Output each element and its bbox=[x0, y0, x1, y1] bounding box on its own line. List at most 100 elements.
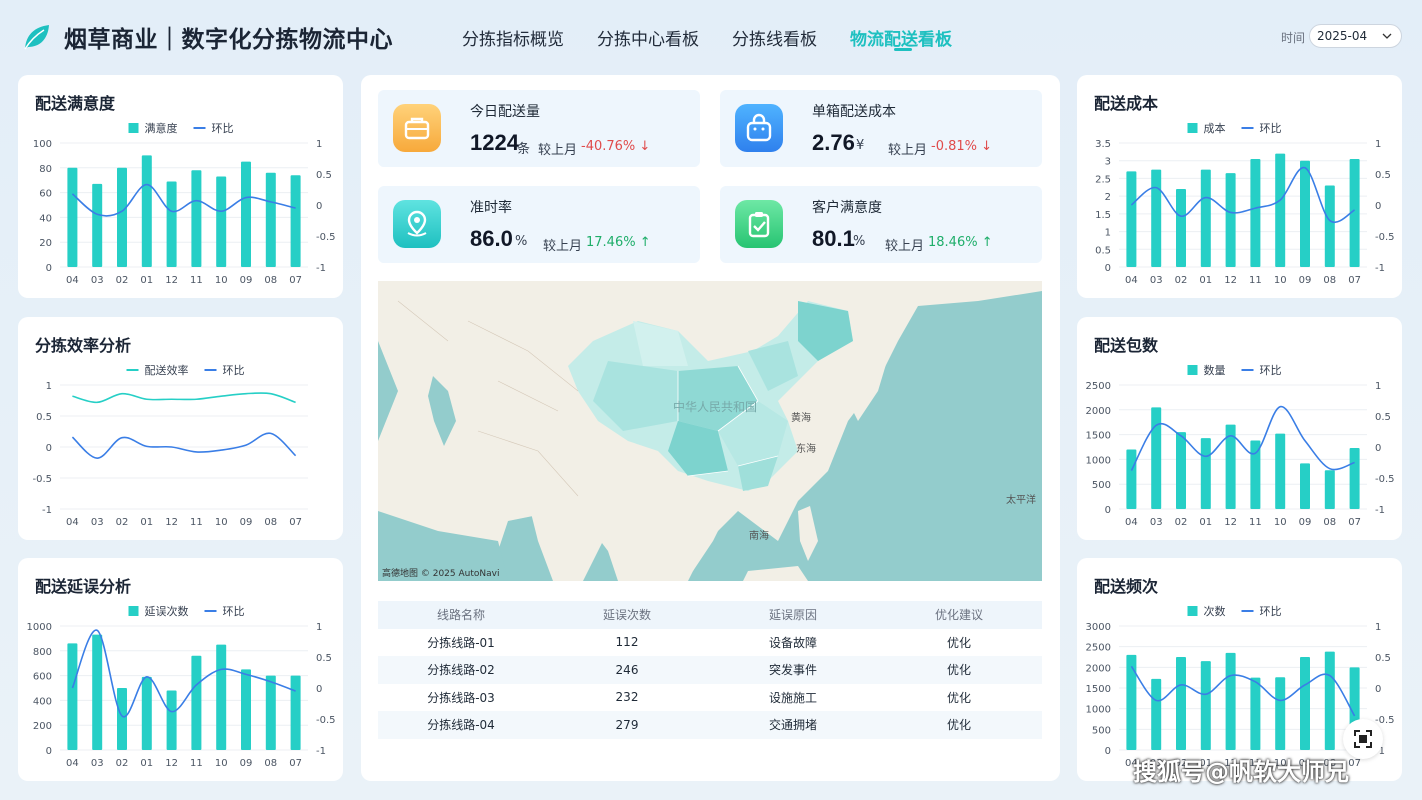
table-cell: 优化 bbox=[946, 718, 971, 733]
y-tick-label: 2500 bbox=[1086, 643, 1111, 654]
map-label-country: 中华人民共和国 bbox=[673, 400, 758, 414]
x-tick-label: 12 bbox=[1224, 517, 1237, 528]
bar bbox=[1200, 438, 1211, 509]
bar bbox=[1275, 677, 1286, 750]
kpi-compare-label: 较上月 bbox=[543, 239, 583, 254]
y2-tick-label: 0.5 bbox=[1375, 170, 1391, 181]
y-tick-label: 1000 bbox=[27, 622, 52, 633]
fullscreen-button[interactable] bbox=[1343, 719, 1383, 759]
bar bbox=[166, 181, 177, 267]
y2-tick-label: 0 bbox=[316, 684, 322, 695]
x-tick-label: 01 bbox=[1199, 275, 1212, 286]
y2-tick-label: -0.5 bbox=[316, 715, 336, 726]
kpi-unit: % bbox=[515, 234, 528, 249]
x-tick-label: 12 bbox=[165, 758, 178, 769]
table-cell: 279 bbox=[615, 717, 639, 732]
location-pin-icon bbox=[393, 200, 441, 248]
x-tick-label: 02 bbox=[116, 275, 129, 286]
y-tick-label: 0 bbox=[1105, 263, 1111, 274]
legend-label: 次数 bbox=[1204, 604, 1226, 618]
y-tick-label: 1000 bbox=[1086, 455, 1111, 466]
x-tick-label: 08 bbox=[264, 758, 277, 769]
tab-sorting-overview[interactable]: 分拣指标概览 bbox=[462, 25, 564, 53]
y2-tick-label: -1 bbox=[316, 263, 326, 274]
tab-logistics-delivery[interactable]: 物流配送看板 bbox=[850, 25, 952, 53]
bar bbox=[191, 655, 202, 750]
y-tick-label: 500 bbox=[1092, 480, 1111, 491]
legend-swatch bbox=[1187, 123, 1198, 133]
series-line bbox=[1130, 405, 1355, 471]
x-tick-label: 11 bbox=[190, 758, 203, 769]
bar bbox=[290, 675, 301, 750]
legend-label: 环比 bbox=[223, 364, 245, 377]
table-row[interactable]: 分拣线路-02 246 突发事件 优化 bbox=[378, 656, 1042, 684]
y-tick-label: -1 bbox=[42, 505, 52, 516]
bar bbox=[241, 669, 251, 750]
time-label: 时间 bbox=[1281, 31, 1306, 45]
y2-tick-label: 0.5 bbox=[1375, 412, 1391, 423]
y2-tick-label: 0.5 bbox=[316, 653, 332, 664]
y-tick-label: 1500 bbox=[1086, 684, 1111, 695]
y-tick-label: 0.5 bbox=[1095, 245, 1111, 256]
kpi-card-on-time-rate[interactable]: 准时率 86.0 % 较上月 17.46% ↑ bbox=[378, 186, 700, 263]
map-attribution: 高德地图 © 2025 AutoNavi bbox=[382, 569, 500, 579]
tab-sorting-center[interactable]: 分拣中心看板 bbox=[597, 25, 699, 53]
watermark: 搜狐号@帆软大师兄 bbox=[1133, 758, 1349, 786]
series-line bbox=[72, 392, 296, 404]
x-tick-label: 09 bbox=[240, 517, 253, 528]
china-map[interactable]: 中华人民共和国 黄海 东海 南海 太平洋 高德地图 © 2025 AutoNav… bbox=[378, 281, 1042, 581]
bar bbox=[1225, 652, 1236, 750]
table-row[interactable]: 分拣线路-04 279 交通拥堵 优化 bbox=[378, 711, 1042, 739]
x-tick-label: 12 bbox=[165, 275, 178, 286]
x-tick-label: 02 bbox=[116, 517, 129, 528]
table-cell: 分拣线路-01 bbox=[427, 635, 495, 650]
table-header-cell: 优化建议 bbox=[934, 608, 983, 623]
delay-table: 线路名称 延误次数 延误原因 优化建议 分拣线路-01 112 设备故障 优化 … bbox=[378, 601, 1042, 739]
kpi-value: 86.0 bbox=[470, 226, 513, 251]
kpi-card-daily-volume[interactable]: 今日配送量 1224 条 较上月 -40.76% ↓ bbox=[378, 90, 700, 167]
tab-sorting-line[interactable]: 分拣线看板 bbox=[732, 25, 817, 53]
bar bbox=[1126, 449, 1137, 509]
x-tick-label: 10 bbox=[215, 758, 228, 769]
legend-swatch bbox=[1187, 606, 1198, 616]
y2-tick-label: 0 bbox=[1375, 684, 1381, 695]
x-tick-label: 09 bbox=[240, 758, 253, 769]
kpi-card-customer-satisfaction[interactable]: 客户满意度 80.1 % 较上月 18.46% ↑ bbox=[720, 186, 1042, 263]
y2-tick-label: 0 bbox=[1375, 443, 1381, 454]
x-tick-label: 03 bbox=[91, 517, 104, 528]
y2-tick-label: -1 bbox=[1375, 505, 1385, 516]
x-tick-label: 03 bbox=[1150, 275, 1163, 286]
bar bbox=[265, 172, 276, 267]
bar bbox=[1151, 678, 1162, 750]
bar bbox=[191, 170, 202, 267]
y2-tick-label: -0.5 bbox=[1375, 232, 1395, 243]
y-tick-label: 0 bbox=[46, 443, 52, 454]
x-tick-label: 02 bbox=[1175, 275, 1188, 286]
y2-tick-label: 0 bbox=[1375, 201, 1381, 212]
y-tick-label: 800 bbox=[33, 647, 52, 658]
bar bbox=[216, 644, 227, 750]
chart-legend: 满意度 环比 bbox=[128, 121, 234, 135]
main-nav: 分拣指标概览 分拣中心看板 分拣线看板 物流配送看板 bbox=[462, 25, 985, 53]
table-row[interactable]: 分拣线路-03 232 设施施工 优化 bbox=[378, 684, 1042, 712]
y-tick-label: 0 bbox=[1105, 746, 1111, 757]
bar bbox=[1275, 433, 1286, 509]
table-cell: 232 bbox=[615, 690, 639, 705]
kpi-unit: % bbox=[853, 234, 866, 249]
efficiency-chart: 配送效率 环比 1 0.5 0 -0.5 -1 04 03 02 01 12 11 10 09 08 07 bbox=[32, 363, 308, 528]
time-select[interactable]: 2025-04 bbox=[1309, 24, 1402, 48]
y-tick-label: 1 bbox=[46, 381, 52, 392]
y-tick-label: 2 bbox=[1105, 192, 1111, 203]
table-row[interactable]: 分拣线路-01 112 设备故障 优化 bbox=[378, 629, 1042, 657]
bar bbox=[1126, 171, 1137, 267]
bar bbox=[1324, 185, 1335, 267]
x-tick-label: 03 bbox=[91, 758, 104, 769]
bar bbox=[1300, 160, 1310, 267]
y2-tick-label: 0 bbox=[316, 201, 322, 212]
kpi-card-unit-cost[interactable]: 单箱配送成本 2.76 ¥ 较上月 -0.81% ↓ bbox=[720, 90, 1042, 167]
kpi-compare-label: 较上月 bbox=[538, 143, 578, 158]
x-tick-label: 08 bbox=[1323, 275, 1336, 286]
series-line bbox=[71, 432, 297, 459]
kpi-change-pct: -0.81% ↓ bbox=[931, 139, 993, 154]
y2-tick-label: 0.5 bbox=[1375, 653, 1391, 664]
